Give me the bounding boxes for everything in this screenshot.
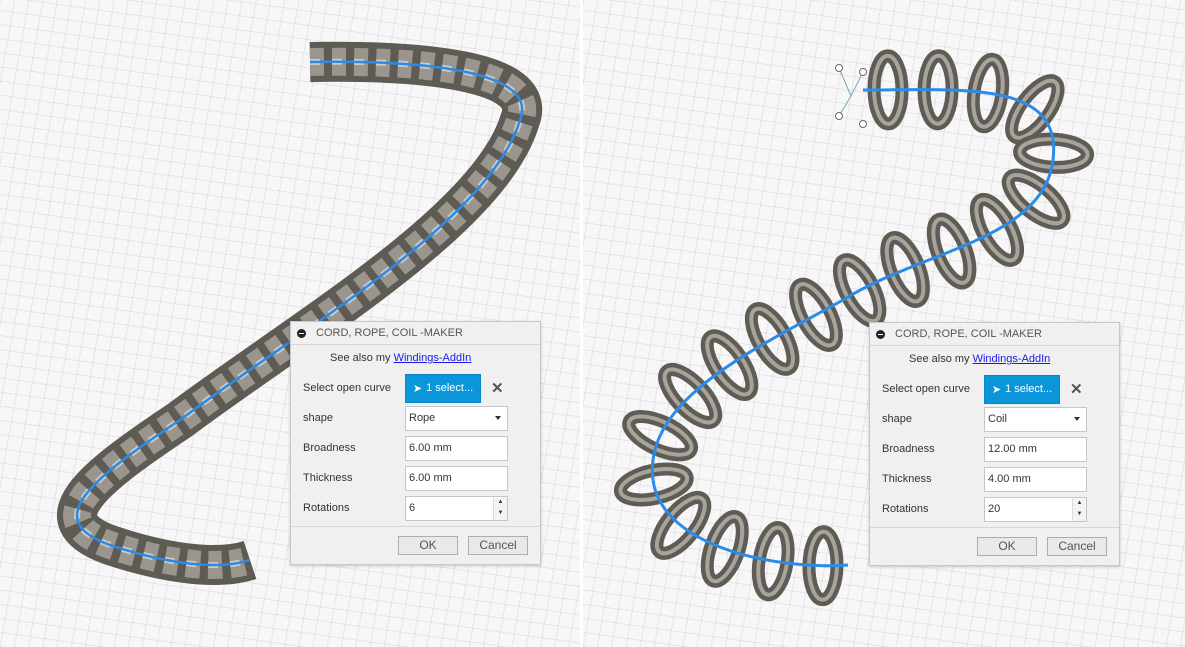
cancel-button[interactable]: Cancel — [1047, 537, 1107, 556]
shape-dropdown[interactable]: Rope — [405, 405, 508, 431]
select-value: 1 select... — [1005, 383, 1053, 395]
shape-dropdown[interactable]: Coil — [984, 406, 1087, 432]
dialog-title: CORD, ROPE, COIL -MAKER — [895, 328, 1042, 340]
thickness-label: Thickness — [882, 473, 932, 485]
broadness-input[interactable]: 12.00 mm — [984, 436, 1087, 462]
shape-label: shape — [882, 413, 912, 425]
broadness-label: Broadness — [882, 443, 935, 455]
collapse-icon[interactable] — [876, 329, 885, 339]
coil-maker-dialog-coil: CORD, ROPE, COIL -MAKER See also my Wind… — [869, 322, 1120, 566]
windings-addin-link[interactable]: Windings-AddIn — [394, 352, 472, 364]
windings-addin-link[interactable]: Windings-AddIn — [973, 353, 1051, 365]
rotations-label: Rotations — [882, 503, 929, 515]
clear-selection-icon[interactable]: ✕ — [1070, 380, 1083, 398]
rotations-stepper[interactable]: 20 ▲ ▼ — [984, 496, 1087, 522]
cancel-button[interactable]: Cancel — [468, 536, 528, 555]
rotations-value: 6 — [409, 501, 416, 514]
select-curve-button[interactable]: ➤ 1 select... — [984, 374, 1060, 404]
rotations-stepper[interactable]: 6 ▲ ▼ — [405, 495, 508, 521]
collapse-icon[interactable] — [297, 328, 306, 338]
cursor-icon: ➤ — [412, 382, 423, 395]
coil-maker-dialog-rope: CORD, ROPE, COIL -MAKER See also my Wind… — [290, 321, 541, 565]
shape-label: shape — [303, 412, 333, 424]
shape-value: Rope — [409, 411, 436, 424]
see-also-text: See also my — [330, 352, 391, 364]
ok-button[interactable]: OK — [398, 536, 458, 555]
ok-button[interactable]: OK — [977, 537, 1037, 556]
select-curve-button[interactable]: ➤ 1 select... — [405, 373, 481, 403]
select-curve-label: Select open curve — [303, 382, 392, 394]
chevron-down-icon — [495, 415, 501, 420]
spinner-arrows-icon[interactable]: ▲ ▼ — [1072, 497, 1086, 521]
shape-value: Coil — [988, 412, 1007, 425]
curve-handle — [835, 64, 867, 128]
rotations-label: Rotations — [303, 502, 350, 514]
broadness-label: Broadness — [303, 442, 356, 454]
spinner-arrows-icon[interactable]: ▲ ▼ — [493, 496, 507, 520]
broadness-input[interactable]: 6.00 mm — [405, 435, 508, 461]
select-value: 1 select... — [426, 382, 474, 394]
see-also-text: See also my — [909, 353, 970, 365]
thickness-label: Thickness — [303, 472, 353, 484]
select-curve-label: Select open curve — [882, 383, 971, 395]
cursor-icon: ➤ — [991, 383, 1002, 396]
rotations-value: 20 — [988, 502, 1001, 515]
chevron-down-icon — [1074, 416, 1080, 421]
dialog-title: CORD, ROPE, COIL -MAKER — [316, 327, 463, 339]
thickness-input[interactable]: 4.00 mm — [984, 466, 1087, 492]
clear-selection-icon[interactable]: ✕ — [491, 379, 504, 397]
thickness-input[interactable]: 6.00 mm — [405, 465, 508, 491]
